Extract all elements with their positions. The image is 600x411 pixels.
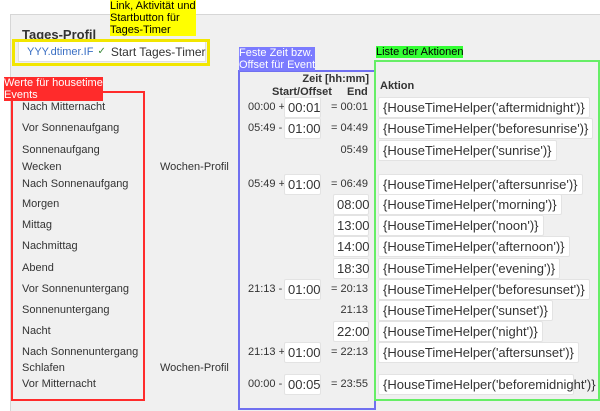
annotation-box-timer: [12, 39, 210, 66]
profile-label: Wochen-Profil: [160, 161, 229, 173]
annotation-box-events: [11, 91, 145, 401]
annotation-box-fixed-time: [238, 70, 376, 410]
annotation-label-actions: Liste der Aktionen: [376, 46, 464, 58]
annotation-box-actions: [374, 60, 600, 401]
annotation-label-fixed-time: Feste Zeit bzw. Offset für Event: [239, 47, 316, 71]
annotation-label-events: Werte für housetime Events: [4, 77, 103, 101]
annotation-label-timer: Link, Aktivität und Startbutton für Tages-…: [110, 0, 196, 36]
profile-label: Wochen-Profil: [160, 362, 229, 374]
